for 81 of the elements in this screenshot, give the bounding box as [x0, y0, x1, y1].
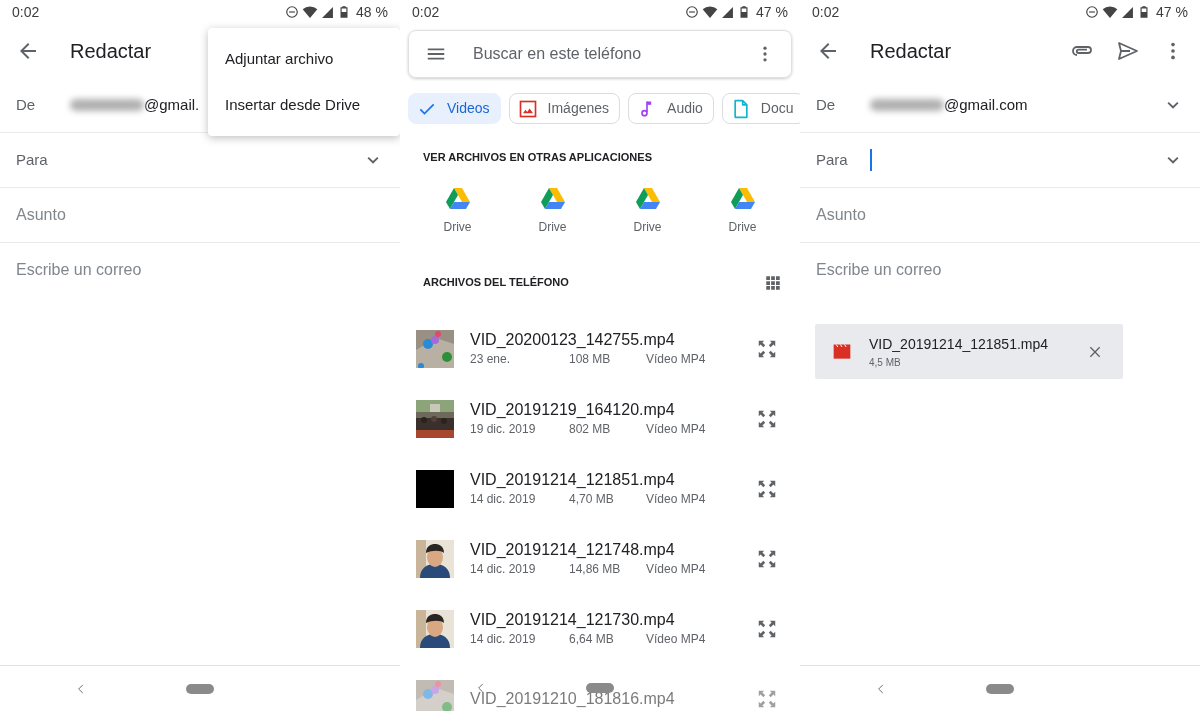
wifi-icon — [302, 4, 319, 20]
wifi-icon — [1102, 4, 1119, 20]
file-name: VID_20191210_181816.mp4 — [470, 688, 676, 709]
app-label[interactable]: Drive — [538, 217, 567, 236]
file-date: 14 dic. 2019 — [470, 490, 537, 508]
status-time: 0:02 — [812, 2, 840, 22]
image-icon — [517, 98, 538, 119]
attachment-name: VID_20191214_121851.mp4 — [869, 334, 1050, 354]
menu-item[interactable]: Adjuntar archivo — [208, 36, 400, 82]
file-type: Vídeo MP4 — [646, 490, 706, 508]
file-row[interactable]: VID_20200123_142755.mp4 23 ene. 108 MB Vídeo MP4 — [400, 313, 800, 384]
app-label[interactable]: Drive — [633, 217, 662, 236]
section-heading: ARCHIVOS DEL TELÉFONO — [423, 275, 569, 291]
file-type: Vídeo MP4 — [646, 350, 706, 368]
attachment-size: 4,5 MB — [869, 355, 902, 370]
search-field[interactable]: Buscar en este teléfono — [408, 30, 792, 78]
file-size: 108 MB — [569, 350, 612, 368]
field-label: Para — [16, 149, 49, 170]
search-placeholder: Buscar en este teléfono — [473, 44, 643, 64]
file-name: VID_20191214_121851.mp4 — [470, 469, 676, 490]
file-name: VID_20200123_142755.mp4 — [470, 329, 676, 350]
file-date: 14 dic. 2019 — [470, 630, 537, 648]
menu-item[interactable]: Insertar desde Drive — [208, 82, 400, 128]
screen-title: Redactar — [870, 39, 952, 64]
file-row[interactable]: VID_20191219_164120.mp4 19 dic. 2019 802 MB Vídeo MP4 — [400, 383, 800, 454]
home-handle[interactable] — [586, 683, 614, 693]
drive-logo-icon[interactable] — [729, 185, 756, 210]
file-row[interactable]: VID_20191214_121851.mp4 14 dic. 2019 4,70 MB Vídeo MP4 — [400, 453, 800, 524]
home-handle[interactable] — [186, 683, 214, 694]
file-row[interactable]: VID_20191214_121748.mp4 14 dic. 2019 14,86 MB Vídeo MP4 — [400, 523, 800, 594]
file-name: VID_20191214_121748.mp4 — [470, 539, 676, 560]
signal-icon — [321, 5, 335, 19]
subject-field[interactable]: Asunto — [16, 203, 66, 227]
drive-logo-icon[interactable] — [539, 185, 566, 210]
filter-chip[interactable]: Imágenes — [508, 93, 621, 124]
filter-chip[interactable]: Videos — [408, 93, 501, 124]
home-handle[interactable] — [986, 683, 1014, 694]
sender-address: @gmail. — [144, 94, 200, 115]
status-time: 0:02 — [12, 2, 40, 22]
file-type: Vídeo MP4 — [646, 560, 706, 578]
field-label: De — [16, 94, 37, 115]
file-date: 19 dic. 2019 — [470, 420, 537, 438]
body-field[interactable]: Escribe un correo — [800, 243, 1200, 299]
body-field[interactable]: Escribe un correo — [0, 243, 400, 299]
file-size: 802 MB — [569, 420, 612, 438]
file-size: 6,64 MB — [569, 630, 615, 648]
attachment-chip[interactable]: VID_20191214_121851.mp4 4,5 MB — [815, 324, 1123, 379]
drive-logo-icon[interactable] — [634, 185, 661, 210]
filter-chip[interactable]: Audio — [628, 93, 714, 124]
subject-field[interactable]: Asunto — [816, 203, 866, 227]
file-date: 14 dic. 2019 — [470, 560, 537, 578]
field-label: De — [816, 94, 837, 115]
battery-percentage: 47 % — [1156, 2, 1188, 22]
file-size: 14,86 MB — [569, 560, 622, 578]
drive-logo-icon[interactable] — [444, 185, 471, 210]
battery-percentage: 48 % — [356, 2, 388, 22]
do-not-disturb-icon — [1085, 5, 1100, 19]
file-date: 23 ene. — [470, 350, 512, 368]
battery-percentage: 47 % — [756, 2, 788, 22]
file-name: VID_20191214_121730.mp4 — [470, 609, 676, 630]
file-type: Vídeo MP4 — [646, 420, 706, 438]
signal-icon — [721, 5, 735, 19]
sender-address: @gmail.com — [944, 94, 1028, 115]
video-file-icon — [831, 341, 853, 362]
wifi-icon — [702, 4, 719, 20]
file-row[interactable]: VID_20191214_121730.mp4 14 dic. 2019 6,64 MB Vídeo MP4 — [400, 593, 800, 664]
do-not-disturb-icon — [685, 5, 700, 19]
screen-title: Redactar — [70, 39, 152, 64]
field-label: Para — [816, 149, 849, 170]
status-time: 0:02 — [412, 2, 440, 22]
file-size: 4,70 MB — [569, 490, 615, 508]
send-icon[interactable] — [1116, 39, 1140, 63]
filter-chip[interactable]: Docu — [721, 93, 800, 124]
signal-icon — [1121, 5, 1135, 19]
app-label[interactable]: Drive — [443, 217, 472, 236]
do-not-disturb-icon — [285, 5, 300, 19]
file-name: VID_20191219_164120.mp4 — [470, 399, 676, 420]
grid-view-icon[interactable] — [764, 273, 782, 292]
app-label[interactable]: Drive — [728, 217, 757, 236]
section-heading: VER ARCHIVOS EN OTRAS APLICACIONES — [422, 150, 653, 165]
file-type: Vídeo MP4 — [646, 630, 706, 648]
